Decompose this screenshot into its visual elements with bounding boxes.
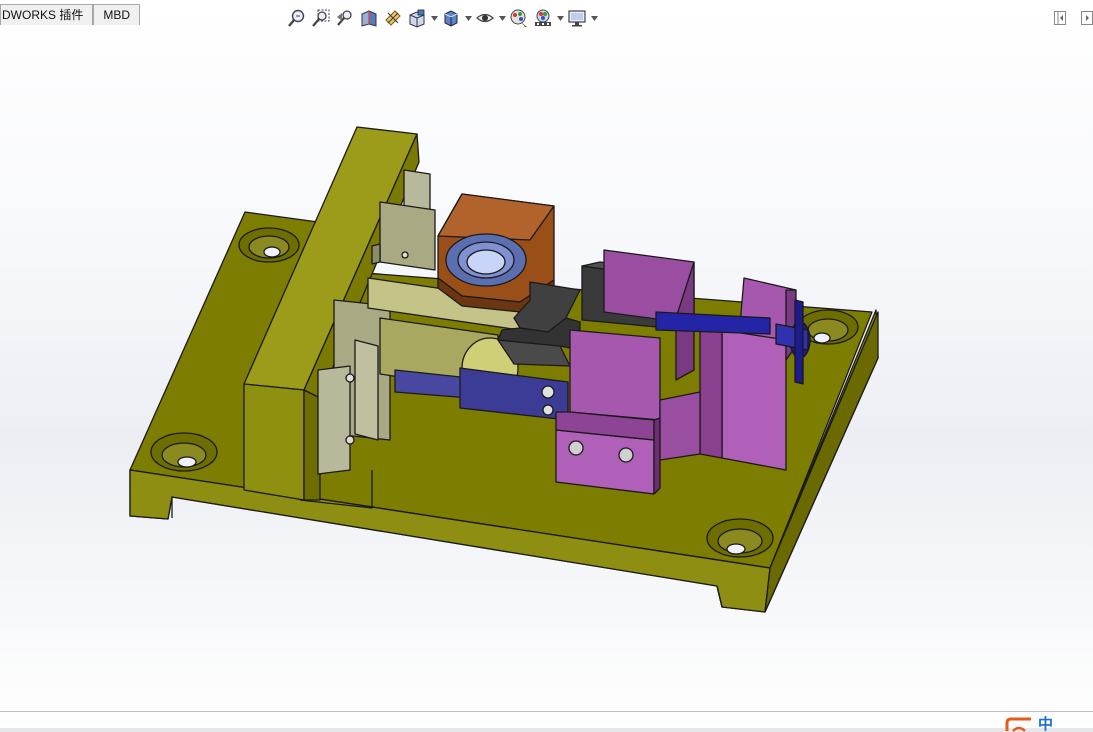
ime-indicator[interactable]: 中: [1005, 716, 1053, 732]
graphics-area[interactable]: [0, 0, 1093, 732]
display-style-dropdown[interactable]: [463, 7, 473, 29]
apply-scene-icon: [535, 9, 551, 26]
sogou-ime-icon: [1005, 717, 1031, 732]
status-bar: [0, 728, 1093, 732]
expand-panel-button[interactable]: [1081, 11, 1093, 25]
dynamic-annotation-views-button[interactable]: [381, 7, 405, 29]
section-view-icon: [361, 10, 377, 27]
dynamic-annotation-views-icon: [385, 10, 401, 26]
tab-mbd[interactable]: MBD: [93, 4, 141, 25]
status-bar-divider: [0, 711, 1093, 712]
zoom-to-fit-icon: [288, 9, 305, 27]
hide-show-items-button[interactable]: [473, 7, 497, 29]
view-settings-icon: [568, 10, 586, 27]
view-orientation-dropdown[interactable]: [429, 7, 439, 29]
zoom-to-fit-button[interactable]: [285, 7, 309, 29]
chevron-down-icon: [590, 15, 598, 21]
chevron-down-icon: [464, 15, 472, 21]
chevron-down-icon: [430, 15, 438, 21]
restore-panel-button[interactable]: [1054, 11, 1066, 25]
tab-solidworks-addins[interactable]: DWORKS 插件: [0, 4, 94, 25]
view-settings-button[interactable]: [565, 7, 589, 29]
fixture-assembly-model: [129, 126, 879, 613]
display-style-button[interactable]: [439, 7, 463, 29]
view-orientation-icon: [409, 9, 425, 28]
command-manager-tabs: DWORKS 插件 MBD: [0, 4, 141, 26]
view-orientation-button[interactable]: [405, 7, 429, 29]
previous-view-icon: [337, 10, 352, 26]
ime-mode-label: 中: [1038, 716, 1054, 732]
hide-show-items-dropdown[interactable]: [497, 7, 507, 29]
hide-show-items-icon: [476, 13, 494, 23]
heads-up-view-toolbar: [285, 6, 599, 30]
edit-appearance-button[interactable]: [507, 7, 531, 29]
display-style-icon: [444, 10, 458, 27]
apply-scene-button[interactable]: [531, 7, 555, 29]
apply-scene-dropdown[interactable]: [555, 7, 565, 29]
panel-expand-icon: [1081, 11, 1093, 25]
chevron-down-icon: [556, 15, 564, 21]
section-view-button[interactable]: [357, 7, 381, 29]
edit-appearance-icon: [510, 9, 527, 27]
chevron-down-icon: [498, 15, 506, 21]
zoom-to-area-button[interactable]: [309, 7, 333, 29]
panel-restore-icon: [1054, 11, 1066, 25]
zoom-to-area-icon: [312, 9, 330, 27]
view-settings-dropdown[interactable]: [589, 7, 599, 29]
previous-view-button[interactable]: [333, 7, 357, 29]
